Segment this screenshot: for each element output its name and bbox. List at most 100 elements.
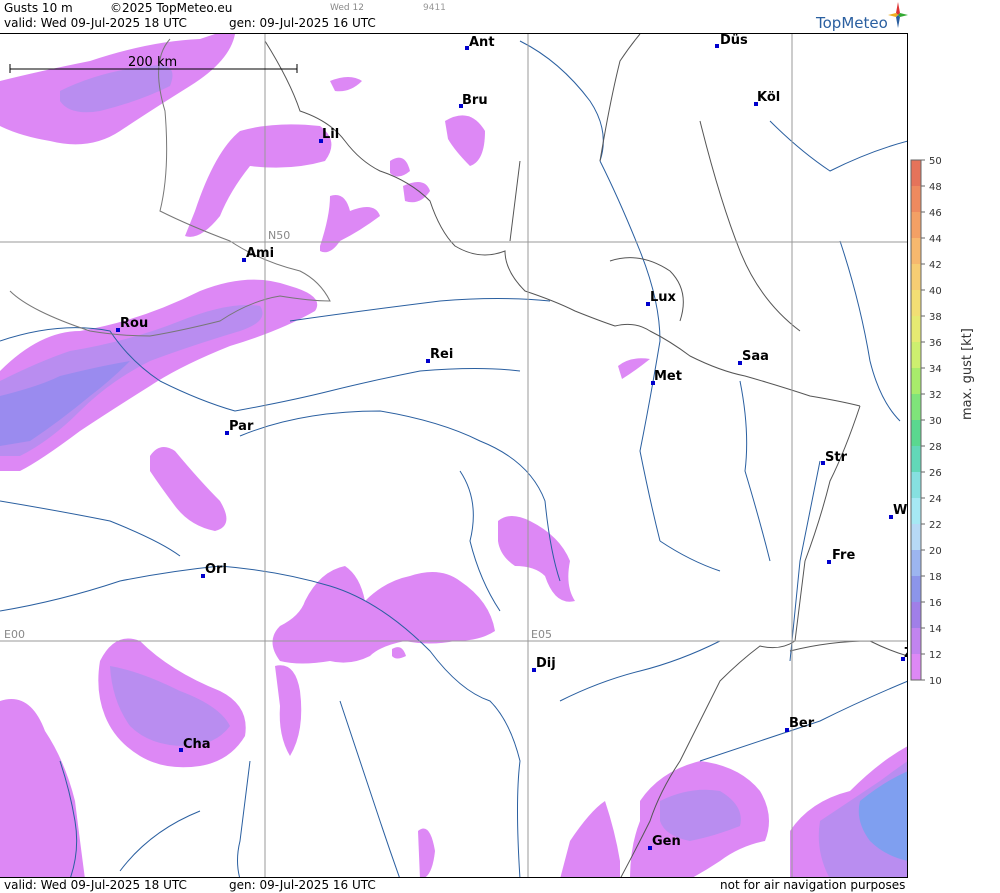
- city-z[interactable]: Z: [901, 646, 908, 661]
- svg-text:Fre: Fre: [832, 548, 855, 563]
- color-legend: 50 48 46 44 42 40 38 36 34 32 30 28 26 24 22 20 18 16 14 12…: [910, 156, 942, 687]
- svg-text:Ber: Ber: [789, 716, 815, 731]
- gust-area: [330, 77, 362, 92]
- svg-text:Lil: Lil: [322, 127, 339, 142]
- day-tag: Wed 12: [330, 3, 364, 13]
- legend-swatch: [911, 212, 921, 238]
- map-canvas: N50 E00 E05 200 km Ant Düs Bru Köl Lil A…: [0, 34, 908, 877]
- legend-swatch: [911, 368, 921, 394]
- legend-swatch: [911, 550, 921, 576]
- gust-area: [498, 516, 575, 602]
- legend-swatch: [911, 238, 921, 264]
- gust-area: [150, 447, 227, 531]
- city-lil[interactable]: Lil: [319, 127, 339, 143]
- svg-text:Lux: Lux: [650, 290, 677, 305]
- gust-area: [185, 124, 332, 237]
- city-par[interactable]: Par: [225, 419, 254, 435]
- legend-swatch: [911, 498, 921, 524]
- legend-swatch: [911, 394, 921, 420]
- city-rei[interactable]: Rei: [426, 347, 453, 363]
- legend-label: 46: [929, 208, 942, 219]
- svg-text:Saa: Saa: [742, 349, 769, 364]
- footer-generated-time: gen: 09-Jul-2025 16 UTC: [229, 878, 376, 892]
- gust-area: [272, 566, 495, 664]
- city-fre[interactable]: Fre: [827, 548, 855, 564]
- legend-label: 14: [929, 624, 942, 635]
- svg-text:Ant: Ant: [469, 35, 495, 50]
- legend-color-bar: [910, 159, 922, 681]
- city-bru[interactable]: Bru: [459, 93, 488, 108]
- svg-text:Z: Z: [904, 646, 908, 661]
- legend-label: 20: [929, 546, 942, 557]
- city-w[interactable]: W: [889, 503, 907, 519]
- grid-label-lat: N50: [268, 229, 290, 242]
- city-cha[interactable]: Cha: [179, 737, 211, 752]
- svg-text:Ami: Ami: [246, 246, 274, 261]
- gust-area: [560, 801, 620, 877]
- legend-label: 36: [929, 338, 942, 349]
- svg-text:Rou: Rou: [120, 316, 148, 331]
- legend-swatch: [911, 446, 921, 472]
- map-footer: valid: Wed 09-Jul-2025 18 UTC gen: 09-Ju…: [0, 878, 908, 893]
- compass-star-icon: [888, 2, 908, 28]
- legend-swatch: [911, 186, 921, 212]
- city-rou[interactable]: Rou: [116, 316, 148, 332]
- city-kol[interactable]: Köl: [754, 90, 780, 106]
- legend-ticks: 50 48 46 44 42 40 38 36 34 32 30 28 26 24 22 20 18 16 14 12…: [921, 156, 942, 687]
- gust-area: [403, 182, 430, 203]
- legend-label: 50: [929, 156, 942, 167]
- gust-map[interactable]: N50 E00 E05 200 km Ant Düs Bru Köl Lil A…: [0, 33, 908, 878]
- city-dij[interactable]: Dij: [532, 656, 556, 672]
- gust-area: [320, 195, 380, 253]
- gust-areas: [0, 34, 907, 877]
- legend-label: 30: [929, 416, 942, 427]
- legend-label: 42: [929, 260, 942, 271]
- legend-swatch: [911, 472, 921, 498]
- grid-label-lon-west: E00: [4, 628, 25, 641]
- svg-text:Düs: Düs: [720, 34, 748, 48]
- legend-swatch: [911, 628, 921, 654]
- legend-label: 24: [929, 494, 942, 505]
- grid-label-lon-east: E05: [531, 628, 552, 641]
- gust-areas-strong: [0, 65, 907, 877]
- city-ber[interactable]: Ber: [785, 716, 815, 732]
- city-lux[interactable]: Lux: [646, 290, 677, 306]
- gust-area: [0, 699, 85, 877]
- legend-label: 28: [929, 442, 942, 453]
- product-title: Gusts 10 m: [4, 1, 73, 15]
- brand-name: TopMeteo: [816, 14, 888, 32]
- city-saa[interactable]: Saa: [738, 349, 769, 365]
- legend-label: 48: [929, 182, 942, 193]
- svg-text:Gen: Gen: [652, 834, 681, 849]
- svg-text:Rei: Rei: [430, 347, 453, 362]
- city-orl[interactable]: Orl: [201, 562, 227, 578]
- svg-text:Met: Met: [654, 369, 682, 384]
- city-ami[interactable]: Ami: [242, 246, 274, 262]
- copyright: ©2025 TopMeteo.eu: [110, 1, 233, 15]
- city-gen[interactable]: Gen: [648, 834, 681, 850]
- gust-area: [390, 157, 410, 177]
- legend-swatch: [911, 654, 921, 680]
- map-header: Gusts 10 m ©2025 TopMeteo.eu Wed 12 9411…: [0, 0, 908, 33]
- legend-swatch: [911, 160, 921, 186]
- legend-swatch: [911, 316, 921, 342]
- svg-text:Cha: Cha: [183, 737, 211, 752]
- city-str[interactable]: Str: [821, 450, 848, 465]
- svg-text:Par: Par: [229, 419, 254, 434]
- gust-area: [418, 828, 435, 877]
- city-ant[interactable]: Ant: [465, 35, 495, 50]
- svg-text:Köl: Köl: [757, 90, 780, 105]
- legend-label: 40: [929, 286, 942, 297]
- scale-label: 200 km: [128, 55, 177, 70]
- legend-swatch: [911, 524, 921, 550]
- gust-area: [392, 647, 406, 659]
- legend-label: 22: [929, 520, 942, 531]
- gust-area: [445, 115, 485, 166]
- legend-label: 16: [929, 598, 942, 609]
- gust-area: [618, 358, 650, 379]
- svg-text:Bru: Bru: [462, 93, 488, 108]
- city-dus[interactable]: Düs: [715, 34, 748, 48]
- disclaimer: not for air navigation purposes: [720, 878, 906, 892]
- city-met[interactable]: Met: [651, 369, 682, 385]
- valid-time: valid: Wed 09-Jul-2025 18 UTC: [4, 16, 187, 30]
